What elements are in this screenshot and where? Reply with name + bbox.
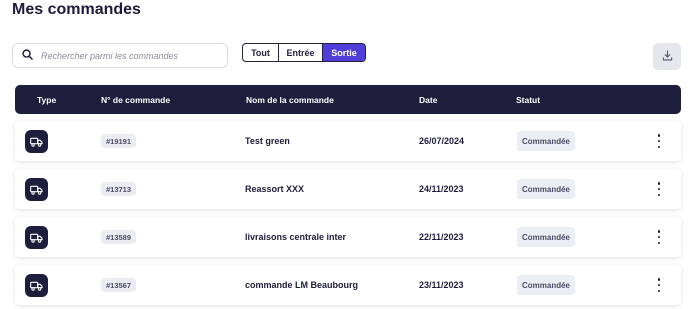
order-number-badge: #13567 xyxy=(101,278,137,292)
search-input[interactable] xyxy=(41,50,221,61)
more-options-icon[interactable] xyxy=(655,278,663,292)
more-options-icon[interactable] xyxy=(655,230,663,244)
page-title: Mes commandes xyxy=(12,1,141,18)
order-name: Test green xyxy=(245,136,290,146)
status-badge: Commandée xyxy=(517,179,575,199)
filter-entree-button[interactable]: Entrée xyxy=(279,44,323,61)
truck-icon xyxy=(25,274,48,297)
status-badge: Commandée xyxy=(517,275,575,295)
order-date: 22/11/2023 xyxy=(419,232,464,242)
status-badge: Commandée xyxy=(517,227,575,247)
download-button[interactable] xyxy=(653,43,681,70)
status-badge: Commandée xyxy=(517,131,575,151)
table-row[interactable]: #13589 livraisons centrale inter 22/11/2… xyxy=(15,217,681,257)
more-options-icon[interactable] xyxy=(655,182,663,196)
truck-icon xyxy=(25,130,48,153)
order-name: commande LM Beaubourg xyxy=(245,280,359,290)
order-name: Reassort XXX xyxy=(245,184,305,194)
truck-icon xyxy=(25,226,48,249)
header-type: Type xyxy=(37,95,57,105)
order-date: 23/11/2023 xyxy=(419,280,464,290)
order-number-badge: #13589 xyxy=(101,230,137,244)
table-header: Type N° de commande Nom de la commande D… xyxy=(15,85,681,114)
header-date: Date xyxy=(419,95,438,105)
order-number-badge: #13713 xyxy=(101,182,137,196)
header-status: Statut xyxy=(516,95,541,105)
header-number: N° de commande xyxy=(101,95,171,105)
table-row[interactable]: #19191 Test green 26/07/2024 Commandée xyxy=(15,121,681,161)
table-row[interactable]: #13713 Reassort XXX 24/11/2023 Commandée xyxy=(15,169,681,209)
more-options-icon[interactable] xyxy=(655,134,663,148)
order-date: 26/07/2024 xyxy=(419,136,465,146)
order-number-badge: #19191 xyxy=(101,134,137,148)
filter-tout-button[interactable]: Tout xyxy=(243,44,279,61)
order-name: livraisons centrale inter xyxy=(245,232,347,242)
order-type-filter: Tout Entrée Sortie xyxy=(242,43,366,62)
order-date: 24/11/2023 xyxy=(419,184,464,194)
table-row[interactable]: #13567 commande LM Beaubourg 23/11/2023 … xyxy=(15,265,681,305)
truck-icon xyxy=(25,178,48,201)
download-icon xyxy=(662,48,673,66)
search-icon xyxy=(22,47,33,65)
search-box[interactable] xyxy=(12,43,228,68)
filter-sortie-button[interactable]: Sortie xyxy=(323,44,365,61)
header-name: Nom de la commande xyxy=(246,95,334,105)
